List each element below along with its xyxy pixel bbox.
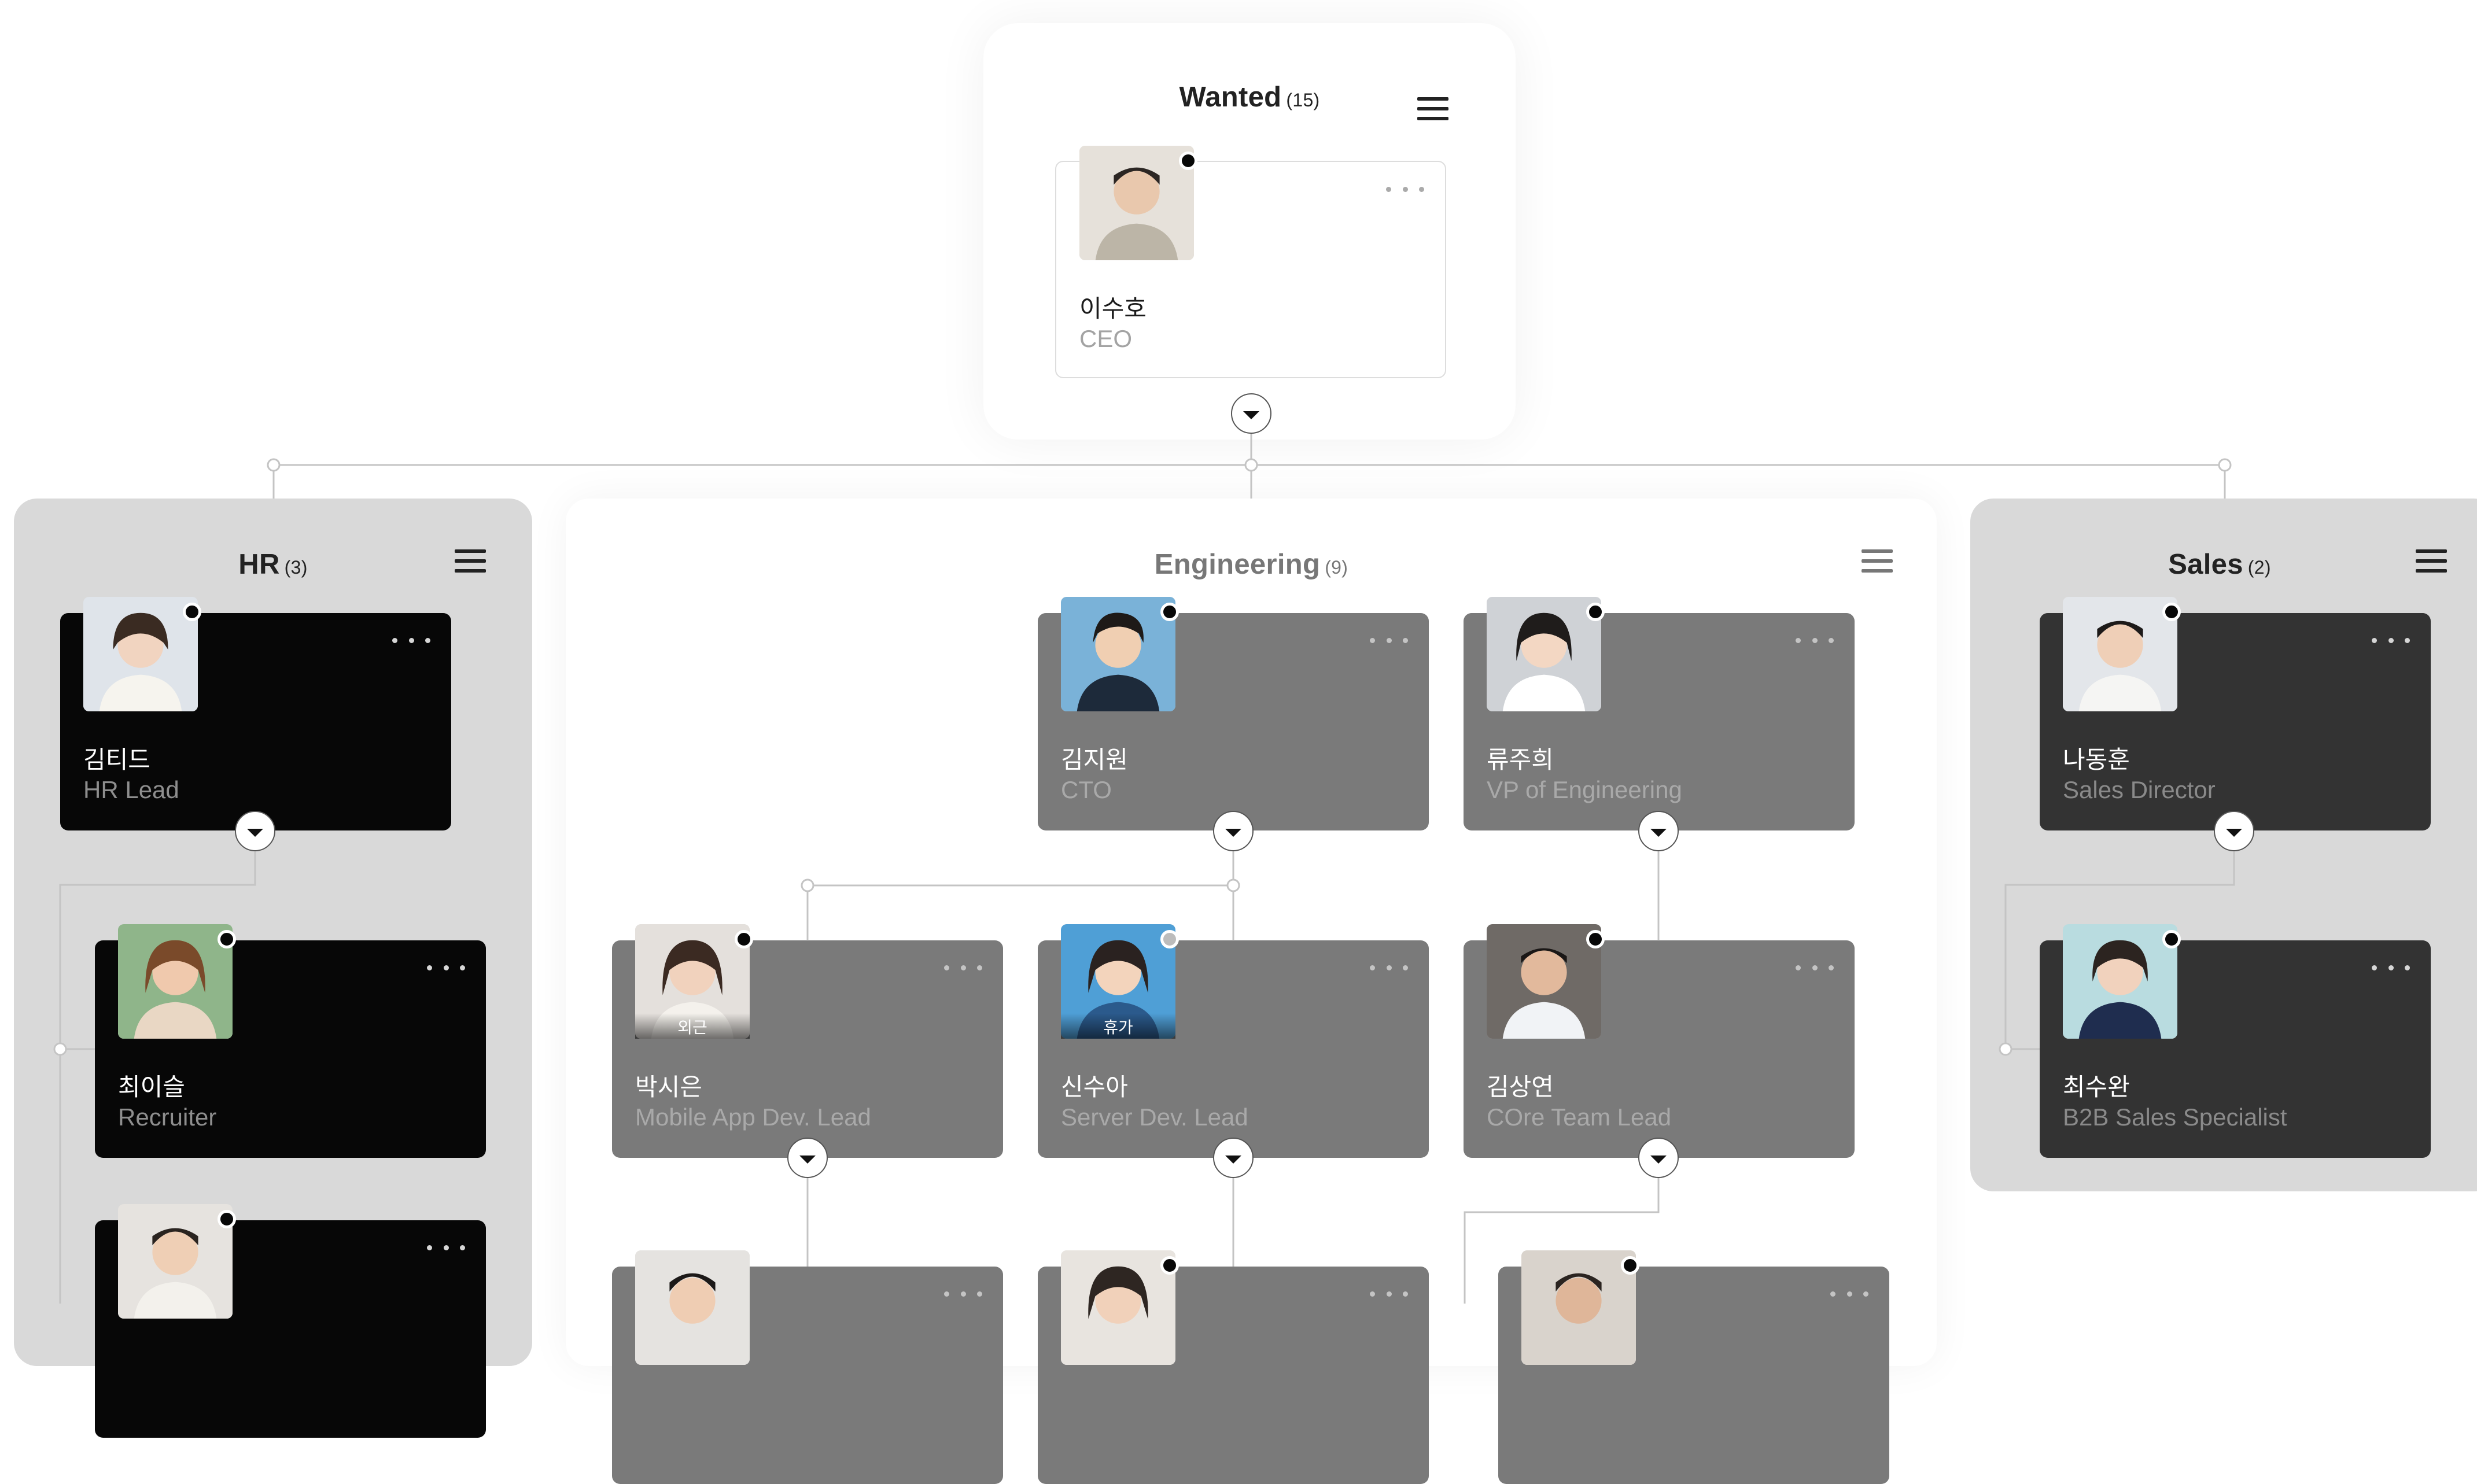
group-title-engineering: Engineering (9): [566, 548, 1937, 581]
member-card[interactable]: [1038, 1250, 1429, 1484]
avatar: [1521, 1250, 1636, 1365]
member-card[interactable]: [1498, 1250, 1889, 1484]
group-count: (9): [1325, 557, 1348, 578]
more-icon[interactable]: [2372, 959, 2410, 976]
more-icon[interactable]: [1386, 180, 1424, 198]
chevron-down-icon[interactable]: [787, 1138, 828, 1178]
member-card-ceo[interactable]: 이수호 CEO: [1055, 146, 1446, 378]
member-role: B2B Sales Specialist: [2063, 1103, 2287, 1131]
more-icon[interactable]: [1370, 632, 1408, 649]
chevron-down-icon[interactable]: [2214, 811, 2254, 851]
root-title-text: Wanted: [1179, 82, 1282, 113]
avatar: [1061, 1250, 1175, 1365]
menu-icon[interactable]: [1862, 549, 1893, 573]
member-card[interactable]: 최수완 B2B Sales Specialist: [2040, 924, 2431, 1158]
member-role: Mobile App Dev. Lead: [635, 1103, 871, 1131]
status-tag: 외근: [635, 1013, 750, 1039]
member-card[interactable]: 김지원 CTO: [1038, 597, 1429, 830]
member-name: 김지원: [1061, 745, 1128, 774]
more-icon[interactable]: [392, 632, 430, 649]
member-card[interactable]: [95, 1204, 486, 1438]
more-icon[interactable]: [427, 1239, 465, 1256]
chevron-down-icon[interactable]: [235, 811, 275, 851]
member-role: Sales Director: [2063, 776, 2216, 803]
member-card[interactable]: 휴가 신수아 Server Dev. Lead: [1038, 924, 1429, 1158]
member-name: 김티드: [83, 745, 150, 774]
member-role: Server Dev. Lead: [1061, 1103, 1248, 1131]
member-name: 나동훈: [2063, 745, 2130, 774]
member-card[interactable]: [612, 1250, 1003, 1484]
group-title-text: HR: [238, 549, 280, 580]
avatar: [1061, 597, 1175, 711]
avatar: [2063, 924, 2177, 1039]
member-role: COre Team Lead: [1487, 1103, 1672, 1131]
group-title-text: Engineering: [1154, 549, 1321, 580]
member-card[interactable]: 최이슬 Recruiter: [95, 924, 486, 1158]
more-icon[interactable]: [944, 959, 982, 976]
presence-dot: [1160, 930, 1179, 948]
presence-dot: [218, 930, 236, 948]
avatar: [1487, 597, 1601, 711]
group-count: (3): [284, 557, 308, 578]
presence-dot: [1160, 1256, 1179, 1275]
more-icon[interactable]: [427, 959, 465, 976]
member-role: CEO: [1079, 325, 1133, 352]
avatar: [635, 1250, 750, 1365]
member-name: 이수호: [1079, 294, 1147, 323]
more-icon[interactable]: [1830, 1285, 1868, 1302]
presence-dot: [1621, 1256, 1639, 1275]
status-tag: 휴가: [1061, 1013, 1175, 1039]
presence-dot: [183, 603, 201, 621]
more-icon[interactable]: [1796, 632, 1834, 649]
avatar: [2063, 597, 2177, 711]
menu-icon[interactable]: [455, 549, 486, 573]
member-card[interactable]: 김상연 COre Team Lead: [1464, 924, 1855, 1158]
member-card[interactable]: 김티드 HR Lead: [60, 597, 451, 830]
avatar: [1487, 924, 1601, 1039]
root-count: (15): [1286, 90, 1320, 110]
member-role: Recruiter: [118, 1103, 217, 1131]
member-card[interactable]: 외근 박시은 Mobile App Dev. Lead: [612, 924, 1003, 1158]
presence-dot: [1160, 603, 1179, 621]
root-menu-icon[interactable]: [1417, 97, 1448, 120]
member-name: 박시은: [635, 1073, 702, 1101]
more-icon[interactable]: [1370, 1285, 1408, 1302]
more-icon[interactable]: [2372, 632, 2410, 649]
presence-dot: [1179, 152, 1197, 170]
menu-icon[interactable]: [2416, 549, 2447, 573]
member-role: CTO: [1061, 776, 1112, 803]
member-name: 류주희: [1487, 745, 1554, 774]
chevron-down-icon[interactable]: [1213, 1138, 1254, 1178]
chevron-down-icon[interactable]: [1231, 393, 1271, 434]
avatar: [118, 1204, 233, 1319]
group-count: (2): [2247, 557, 2271, 578]
member-role: HR Lead: [83, 776, 179, 803]
chevron-down-icon[interactable]: [1638, 1138, 1679, 1178]
presence-dot: [2162, 603, 2181, 621]
presence-dot: [735, 930, 753, 948]
member-name: 최이슬: [118, 1073, 185, 1101]
presence-dot: [2162, 930, 2181, 948]
member-name: 최수완: [2063, 1073, 2130, 1101]
presence-dot: [218, 1210, 236, 1228]
avatar: [1079, 146, 1194, 260]
more-icon[interactable]: [1370, 959, 1408, 976]
presence-dot: [1586, 930, 1605, 948]
member-role: VP of Engineering: [1487, 776, 1682, 803]
avatar: [118, 924, 233, 1039]
presence-dot: [1586, 603, 1605, 621]
chevron-down-icon[interactable]: [1638, 811, 1679, 851]
member-name: 김상연: [1487, 1073, 1554, 1101]
chevron-down-icon[interactable]: [1213, 811, 1254, 851]
member-card[interactable]: 나동훈 Sales Director: [2040, 597, 2431, 830]
avatar: [83, 597, 198, 711]
group-title-sales: Sales (2): [1970, 548, 2469, 581]
group-title-text: Sales: [2168, 549, 2243, 580]
member-card[interactable]: 류주희 VP of Engineering: [1464, 597, 1855, 830]
more-icon[interactable]: [944, 1285, 982, 1302]
member-name: 신수아: [1061, 1073, 1128, 1101]
more-icon[interactable]: [1796, 959, 1834, 976]
